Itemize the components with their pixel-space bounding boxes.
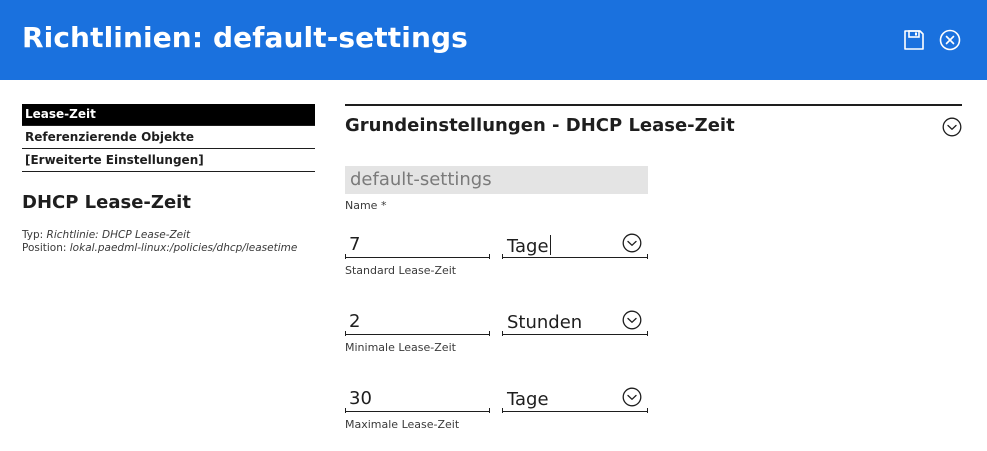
select-edge-tick [502,408,503,413]
standard-lease-value-input[interactable] [345,232,490,258]
policy-type: Typ: Richtlinie: DHCP Lease-Zeit [22,229,190,241]
section-collapse-button[interactable] [942,117,962,137]
select-edge-tick [647,408,648,413]
section-divider [345,104,962,106]
policy-position-value: lokal.paedml-linux:/policies/dhcp/leaset… [69,242,298,254]
policy-type-value: Richtlinie: DHCP Lease-Zeit [46,229,191,241]
input-edge-tick [345,408,346,413]
title-bar: Richtlinien: default-settings [0,0,987,80]
maximal-lease-unit-value: Tage [507,389,549,410]
policy-type-label: Typ: [22,229,47,241]
input-edge-tick [489,254,490,259]
close-button[interactable] [938,28,962,52]
circle-x-icon [938,28,962,52]
chevron-down-circle-icon [622,387,642,407]
save-button[interactable] [902,28,926,52]
standard-lease-label: Standard Lease-Zeit [345,264,457,277]
maximal-lease-value-input[interactable] [345,386,490,412]
sidebar-item-erweiterte-einstellungen[interactable]: [Erweiterte Einstellungen] [22,150,315,172]
policy-heading: DHCP Lease-Zeit [22,192,191,213]
select-edge-tick [502,331,503,336]
policy-position-label: Position: [22,242,70,254]
text-cursor [549,235,551,255]
minimal-lease-unit-value: Stunden [507,312,583,333]
standard-lease-unit-value: Tage [507,235,551,257]
floppy-disk-icon [902,28,926,52]
standard-lease-unit-select[interactable]: Tage [502,232,648,258]
chevron-down-circle-icon [622,310,642,330]
policy-position: Position: lokal.paedml-linux:/policies/d… [22,242,297,254]
sidebar-nav: Lease-Zeit Referenzierende Objekte [Erwe… [22,104,315,172]
input-edge-tick [489,331,490,336]
name-field-label: Name * [345,199,387,212]
section-title: Grundeinstellungen - DHCP Lease-Zeit [345,115,735,136]
select-edge-tick [647,331,648,336]
minimal-lease-value-input[interactable] [345,309,490,335]
maximal-lease-unit-select[interactable]: Tage [502,386,648,412]
input-edge-tick [489,408,490,413]
page-title: Richtlinien: default-settings [22,21,468,54]
select-edge-tick [502,254,503,259]
minimal-lease-unit-select[interactable]: Stunden [502,309,648,335]
name-field[interactable] [345,166,648,194]
chevron-down-circle-icon [622,233,642,253]
sidebar-item-referenzierende-objekte[interactable]: Referenzierende Objekte [22,127,315,149]
maximal-lease-label: Maximale Lease-Zeit [345,418,460,431]
input-edge-tick [345,331,346,336]
sidebar-item-lease-zeit[interactable]: Lease-Zeit [22,104,315,126]
select-edge-tick [647,254,648,259]
chevron-down-circle-icon [942,117,962,137]
minimal-lease-label: Minimale Lease-Zeit [345,341,456,354]
input-edge-tick [345,254,346,259]
